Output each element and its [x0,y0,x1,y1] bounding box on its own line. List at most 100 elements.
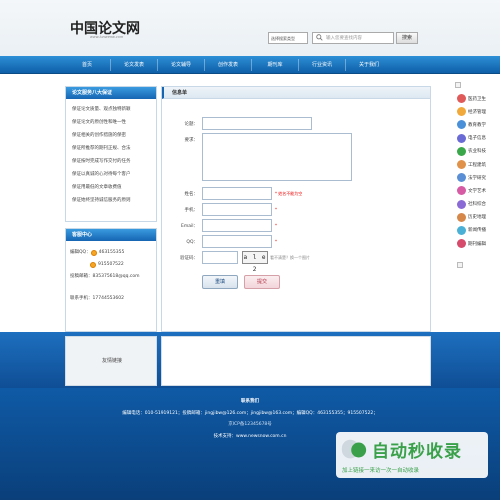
broken-image-icon [455,82,461,88]
qq-label: QQ： [186,240,198,245]
requirement-label: 要求： [184,138,199,143]
category-avatar-icon [457,239,466,249]
category-item[interactable]: 文学艺术 [457,184,500,197]
qq-number[interactable]: 915507522 [98,259,124,271]
service-body: 编辑QQ： 463155355 915507522 投稿邮箱： 83537561… [66,241,156,311]
requirement-textarea[interactable] [202,133,352,181]
captcha-refresh-link[interactable]: 看不清楚？换一个图片 [270,255,310,261]
footer-icp[interactable]: 京ICP备12345678号 [0,421,500,427]
category-avatar-icon [457,133,466,143]
service-panel: 客服中心 编辑QQ： 463155355 915507522 投稿邮箱： 835… [65,228,157,332]
header: 中国论文网 www.lunwenw.com 选择搜索类型 输入您要查找内容 搜索 [0,0,500,56]
reset-button[interactable]: 重填 [202,275,238,289]
nav-paper-tutoring[interactable]: 论文辅导 [158,56,204,74]
submit-button[interactable]: 提交 [244,275,280,289]
guarantee-item: 保证论文质量、观点独特新颖 [72,107,131,112]
category-item[interactable]: 教育教学 [457,118,500,131]
email-label: Email： [181,224,198,229]
guarantee-item: 保证始终坚持诚信服务的原则 [72,198,131,203]
category-avatar-icon [457,160,466,170]
category-avatar-icon [457,212,466,222]
search-type-select[interactable]: 选择搜索类型 [268,32,308,44]
qq-icon[interactable] [90,262,96,268]
friend-links-box: 友情链接 [65,336,157,386]
category-item[interactable]: 工程建筑 [457,158,500,171]
phone-value: 17744553602 [92,296,125,301]
category-label: 电子信息 [468,136,486,142]
category-item[interactable]: 法学研究 [457,171,500,184]
category-avatar-icon [457,199,466,209]
email-input[interactable] [202,219,272,232]
footer-contact-title: 联系我们 [241,399,259,404]
name-input[interactable] [202,187,272,200]
category-item[interactable]: 电子信息 [457,132,500,145]
nav-industry-news[interactable]: 行业资讯 [299,56,345,74]
category-avatar-icon [457,107,466,117]
site-logo-sub: www.lunwenw.com [90,35,124,39]
category-item[interactable]: 新闻传播 [457,224,500,237]
search-icon [316,34,323,41]
guarantee-list: 保证论文质量、观点独特新颖 保证论文的原创性和唯一性 保证相关的创作措施的保密 … [66,99,156,211]
info-form-panel: 信息单 论题： 要求： 姓名： * 姓名不能为空 手机： * Email： * … [161,86,431,332]
email-label: 投稿邮箱： [70,274,93,279]
category-label: 教育教学 [468,122,486,128]
phone-input[interactable] [202,203,272,216]
friend-links-title: 友情链接 [101,358,122,364]
qq-icon[interactable] [90,250,97,256]
email-value[interactable]: 835375618@qq.com [93,271,140,283]
category-list: 医药卫生 经济管理 教育教学 电子信息 农业科技 工程建筑 法学研究 文学艺术 … [457,92,500,250]
category-item[interactable]: 社科综合 [457,198,500,211]
category-label: 新闻传播 [468,228,486,234]
phone-label: 联系手机： [70,296,93,301]
service-phone-row: 联系手机： 17744553602 [70,293,152,305]
service-qq1-row: 编辑QQ： 463155355 [70,247,152,259]
category-label: 社科综合 [468,202,486,208]
nav-home[interactable]: 首页 [64,56,110,74]
captcha-input[interactable] [202,251,238,264]
category-item[interactable]: 经济管理 [457,105,500,118]
category-avatar-icon [457,120,466,130]
watermark-badge: 自动秒收录 加上链接一来访一次一自动收录 [336,432,488,478]
service-title: 客服中心 [66,229,156,241]
main-nav: 首页 论文发表 论文辅导 创作发表 期刊库 行业资讯 关于我们 [0,56,500,74]
category-avatar-icon [457,173,466,183]
friend-links-content [161,336,431,386]
watermark-title: 自动秒收录 [372,442,462,462]
category-label: 法学研究 [468,175,486,181]
search-input[interactable]: 输入您要查找内容 [312,32,394,44]
subject-input[interactable] [202,117,312,130]
auto-index-logo-icon [341,439,367,459]
category-label: 农业科技 [468,149,486,155]
footer-contact-line: 编辑电话：010-51919121；投稿邮箱：jingjibw@126.com；… [122,411,378,416]
subject-label: 论题： [184,122,199,127]
category-label: 历史地理 [468,215,486,221]
category-label: 期刊编辑 [468,241,486,247]
captcha-label: 验证码： [180,256,198,261]
category-label: 经济管理 [468,109,486,115]
nav-paper-publish[interactable]: 论文发表 [111,56,157,74]
category-label: 工程建筑 [468,162,486,168]
category-avatar-icon [457,225,466,235]
phone-label: 手机： [184,208,199,213]
category-item[interactable]: 期刊编辑 [457,237,500,250]
qq-input[interactable] [202,235,272,248]
nav-about[interactable]: 关于我们 [346,56,392,74]
category-label: 医药卫生 [468,96,486,102]
nav-creative-publish[interactable]: 创作发表 [205,56,251,74]
search-placeholder: 输入您要查找内容 [326,36,362,41]
category-item[interactable]: 农业科技 [457,145,500,158]
category-label: 文学艺术 [468,188,486,194]
guarantee-item: 保证所推荐的期刊正规、合法 [72,146,131,151]
category-item[interactable]: 医药卫生 [457,92,500,105]
search-button[interactable]: 搜索 [396,32,418,44]
required-mark: * [275,239,277,244]
qq-label: 编辑QQ： [70,250,91,255]
captcha-image[interactable]: a l e 2 [242,251,268,273]
guarantee-title: 论文服务八大保证 [66,87,156,99]
nav-journal-library[interactable]: 期刊库 [252,56,298,74]
category-item[interactable]: 历史地理 [457,211,500,224]
name-required-note: * 姓名不能为空 [275,191,303,196]
qq-number[interactable]: 463155355 [99,247,125,259]
required-mark: * [275,207,277,212]
service-qq2-row: 915507522 [70,259,152,271]
